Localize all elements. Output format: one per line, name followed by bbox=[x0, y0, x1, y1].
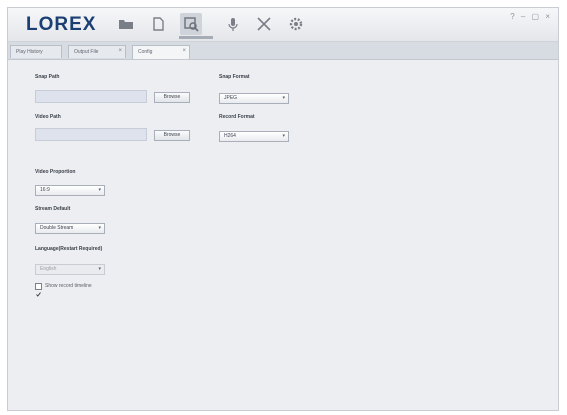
folder-icon[interactable] bbox=[118, 16, 134, 32]
check-icon bbox=[36, 292, 41, 297]
fullscreen-icon[interactable] bbox=[256, 16, 272, 32]
video-path-field[interactable] bbox=[35, 128, 147, 141]
timeline-checkbox[interactable] bbox=[35, 283, 42, 297]
language-select[interactable]: English ▾ bbox=[35, 264, 105, 275]
tab-label: Config bbox=[138, 49, 153, 55]
tab-label: Play History bbox=[16, 49, 43, 55]
close-icon[interactable]: × bbox=[182, 48, 186, 54]
chevron-down-icon: ▾ bbox=[282, 95, 285, 101]
video-path-label: Video Path bbox=[35, 114, 61, 120]
select-value: Double Stream bbox=[40, 225, 74, 231]
record-format-select[interactable]: H264 ▾ bbox=[219, 131, 289, 142]
snap-browse-button[interactable]: Browse bbox=[154, 92, 190, 103]
chevron-down-icon: ▾ bbox=[98, 225, 101, 231]
select-value: H264 bbox=[224, 133, 236, 139]
snap-path-field[interactable] bbox=[35, 90, 147, 103]
stream-select[interactable]: Double Stream ▾ bbox=[35, 223, 105, 234]
tab-strip: Play History Output File × Config × bbox=[8, 42, 558, 60]
timeline-checkbox-label: Show record timeline bbox=[45, 283, 92, 289]
select-value: JPEG bbox=[224, 95, 238, 101]
snap-path-label: Snap Path bbox=[35, 74, 60, 80]
document-icon[interactable] bbox=[150, 16, 166, 32]
top-toolbar: LOREX ? – ▢ × bbox=[8, 8, 558, 42]
video-browse-button[interactable]: Browse bbox=[154, 130, 190, 141]
select-value: 16:9 bbox=[40, 187, 50, 193]
language-label: Language(Restart Required) bbox=[35, 246, 103, 252]
select-value: English bbox=[40, 266, 57, 272]
tab-config[interactable]: Config × bbox=[132, 45, 190, 59]
tab-play-history[interactable]: Play History bbox=[10, 45, 62, 58]
chevron-down-icon: ▾ bbox=[98, 187, 101, 193]
video-proportion-select[interactable]: 16:9 ▾ bbox=[35, 185, 105, 196]
app-window: LOREX ? – ▢ × Play History Output File × bbox=[7, 7, 559, 411]
gear-icon[interactable] bbox=[288, 16, 304, 32]
window-controls[interactable]: ? – ▢ × bbox=[510, 12, 552, 21]
image-format-select[interactable]: JPEG ▾ bbox=[219, 93, 289, 104]
close-icon[interactable]: × bbox=[118, 48, 122, 54]
brand-logo: LOREX bbox=[26, 14, 97, 35]
microphone-icon[interactable] bbox=[225, 16, 241, 32]
chevron-down-icon: ▾ bbox=[282, 133, 285, 139]
active-tab-indicator bbox=[179, 36, 213, 39]
video-proportion-label: Video Proportion bbox=[35, 169, 76, 175]
search-settings-icon[interactable] bbox=[180, 13, 202, 35]
image-format-label: Snap Format bbox=[219, 74, 250, 80]
tab-label: Output File bbox=[74, 49, 99, 55]
stream-label: Stream Default bbox=[35, 206, 71, 212]
chevron-down-icon: ▾ bbox=[98, 266, 101, 272]
record-format-label: Record Format bbox=[219, 114, 255, 120]
tab-output-file[interactable]: Output File × bbox=[68, 45, 126, 58]
